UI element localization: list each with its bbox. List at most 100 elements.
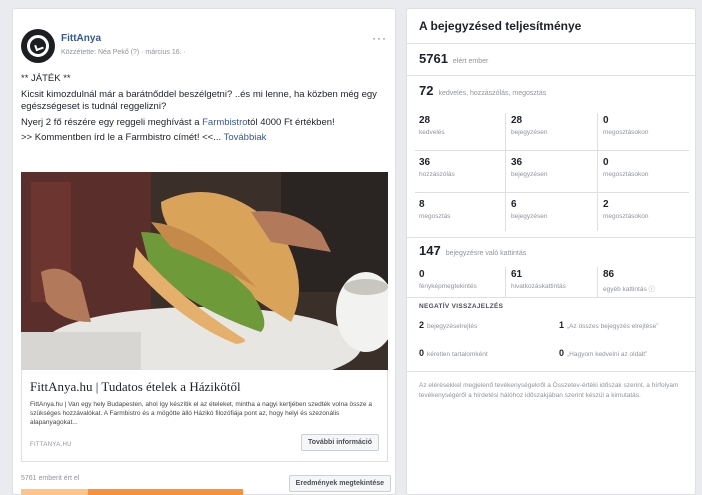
cell-value: 8	[419, 199, 425, 210]
post-text-part: >> Kommentben írd le a Farmbistro címét!…	[21, 132, 222, 143]
page-avatar[interactable]	[21, 29, 55, 63]
cell-value: 36	[511, 157, 523, 168]
reactions-label: kedvelés, hozzászólás, megosztás	[438, 90, 547, 97]
fittanya-logo-icon	[27, 35, 49, 57]
cell-label: megosztás	[419, 213, 451, 220]
neg-label: „Az összes bejegyzés elrejtése”	[567, 323, 659, 330]
post-header: FittAnya Közzétette: Néa Pekő (?) · márc…	[21, 29, 387, 69]
page-name-link[interactable]: FittAnya	[61, 33, 101, 44]
footnote: Az elérésekkel megjelenő tevékenységekrő…	[419, 382, 679, 399]
link-preview[interactable]: FittAnya.hu | Tudatos ételek a Házikötől…	[21, 370, 388, 462]
cell-value: 28	[419, 115, 431, 126]
sandwich-photo	[21, 172, 388, 370]
cell-label: bejegyzésen	[511, 129, 548, 136]
negative-feedback-title: NEGATÍV VISSZAJELZÉS	[419, 303, 504, 310]
post-text-part: Nyerj 2 fő részére egy reggeli meghívást…	[21, 116, 203, 128]
page: FittAnya Közzétette: Néa Pekő (?) · márc…	[0, 0, 702, 495]
neg-label: kéretlen tartalomként	[427, 351, 488, 358]
post-text-line: Kicsit kimozdulnál már a barátnőddel bes…	[21, 88, 377, 113]
grid-cell: 8 megosztás	[415, 193, 505, 233]
link-description: FittAnya.hu | Van egy hely Budapesten, a…	[30, 401, 372, 426]
post-footer: 5761 emberit ért el Eredmények megtekint…	[21, 475, 391, 495]
divider	[505, 267, 506, 297]
clicks-grid: 0 fényképmegtekintés 61 hivatkozáskattintá…	[415, 263, 689, 301]
divider	[597, 113, 598, 231]
cell-value: 28	[511, 115, 523, 126]
cell-value: 0	[603, 157, 609, 168]
post-text-line: ** JÁTÉK **	[21, 73, 71, 84]
cell-value: 86	[603, 269, 615, 280]
negative-item: 2 bejegyzéselrejtés	[419, 321, 477, 331]
cell-label: bejegyzésen	[511, 171, 548, 178]
neg-value: 1	[559, 320, 565, 330]
grid-cell: 6 bejegyzésen	[507, 193, 597, 233]
negative-item: 1 „Az összes bejegyzés elrejtése”	[559, 321, 689, 331]
cell-label: hivatkozáskattintás	[511, 283, 566, 290]
post-card: FittAnya Közzétette: Néa Pekő (?) · márc…	[12, 8, 396, 495]
see-more-link[interactable]: Továbbiak	[224, 132, 267, 143]
cell-label: megosztásokon	[603, 129, 649, 136]
clicks-count: 147	[419, 243, 441, 258]
divider	[505, 113, 506, 231]
grid-cell: 2 megosztásokon	[599, 193, 689, 233]
divider	[415, 150, 689, 151]
divider	[415, 192, 689, 193]
reach-bar	[21, 489, 243, 495]
cell-value: 0	[419, 269, 425, 280]
reached-row: 5761 elért ember	[419, 51, 488, 66]
negative-item: 0 kéretlen tartalomként	[419, 349, 488, 359]
divider	[407, 237, 695, 238]
more-options-icon[interactable]: ···	[372, 31, 387, 45]
link-title[interactable]: FittAnya.hu | Tudatos ételek a Házikötől	[30, 379, 241, 395]
reached-label: elért ember	[452, 58, 489, 65]
cell-label: bejegyzésen	[511, 213, 548, 220]
cell-label: fényképmegtekintés	[419, 283, 477, 290]
divider	[597, 267, 598, 297]
cell-value: 0	[603, 115, 609, 126]
cell-label: megosztásokon	[603, 171, 649, 178]
cell-label: kedvelés	[419, 129, 445, 136]
divider	[407, 297, 695, 298]
more-info-button[interactable]: További információ	[300, 434, 379, 451]
neg-label: bejegyzéselrejtés	[427, 323, 478, 330]
post-text-line: Nyerj 2 fő részére egy reggeli meghívást…	[21, 117, 381, 130]
neg-value: 0	[559, 348, 565, 358]
cell-label: megosztásokon	[603, 213, 649, 220]
post-photo[interactable]	[21, 172, 388, 370]
divider	[407, 75, 695, 76]
view-results-button[interactable]: Eredmények megtekintése	[288, 475, 391, 492]
reactions-grid: 28 kedvelés 28 bejegyzésen 0 megosztásokon …	[415, 109, 689, 235]
cell-value: 36	[419, 157, 431, 168]
divider	[407, 371, 695, 372]
reactions-count: 72	[419, 83, 434, 98]
cell-value: 2	[603, 199, 609, 210]
neg-label: „Hagyom kedvelni az oldalt”	[567, 351, 648, 358]
farmbistro-link[interactable]: Farmbistro	[202, 117, 247, 128]
neg-value: 2	[419, 320, 425, 330]
post-text-part: tól 4000 Ft értékben!	[247, 116, 335, 128]
reach-bar-fill	[21, 489, 88, 495]
grid-cell: 0 megosztásokon	[599, 109, 689, 149]
post-text-line: >> Kommentben írd le a Farmbistro címét!…	[21, 132, 381, 145]
panel-title: A bejegyzésed teljesítménye	[419, 19, 582, 33]
negative-item: 0 „Hagyom kedvelni az oldalt”	[559, 349, 647, 359]
reactions-row: 72 kedvelés, hozzászólás, megosztás	[419, 83, 546, 98]
grid-cell: 28 kedvelés	[415, 109, 505, 149]
performance-panel: A bejegyzésed teljesítménye 5761 elért em…	[406, 8, 696, 495]
grid-cell: 36 hozzászólás	[415, 151, 505, 191]
cell-label: hozzászólás	[419, 171, 455, 178]
post-meta: Közzétette: Néa Pekő (?) · március 16. ·	[61, 49, 186, 56]
cell-value: 6	[511, 199, 517, 210]
reach-text: 5761 emberit ért el	[21, 475, 80, 482]
cell-value: 61	[511, 269, 523, 280]
reached-count: 5761	[419, 51, 448, 66]
cell-label[interactable]: egyéb kattintás ⓘ	[603, 283, 685, 293]
neg-value: 0	[419, 348, 425, 358]
divider	[407, 43, 695, 44]
grid-cell: 28 bejegyzésen	[507, 109, 597, 149]
grid-cell: 0 megosztásokon	[599, 151, 689, 191]
clicks-label: bejegyzésre való kattintás	[445, 250, 527, 257]
link-domain: FITTANYA.HU	[30, 442, 72, 448]
grid-cell: 36 bejegyzésen	[507, 151, 597, 191]
post-text: ** JÁTÉK ** Kicsit kimozdulnál már a bar…	[21, 73, 381, 148]
